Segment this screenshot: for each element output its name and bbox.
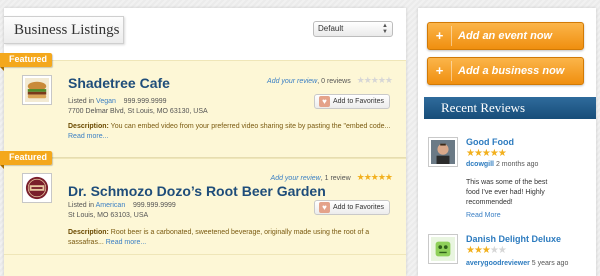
listing-description: Description: Root beer is a carbonated, … [68, 228, 398, 248]
review-title-link[interactable]: Good Food [466, 137, 514, 147]
review-title-link[interactable]: Danish Delight Deluxe [466, 234, 561, 244]
listing-item: Featured Shadetree Cafe Add your review,… [0, 53, 406, 158]
burger-image-icon [25, 78, 49, 102]
sort-select[interactable]: Default ▲ ▼ [313, 21, 393, 37]
add-review-link[interactable]: Add your review [267, 78, 317, 85]
listing-meta: Listed in American 999.999.9999 St Louis… [68, 201, 176, 221]
review-count: 0 reviews [321, 78, 351, 85]
add-to-favorites-button[interactable]: ♥ Add to Favorites [314, 200, 390, 215]
button-divider [451, 26, 452, 46]
review-summary: Add your review, 0 reviews ★★★★★ [267, 75, 393, 85]
review-time: 5 years ago [531, 260, 569, 267]
phone-number: 999.999.9999 [133, 202, 176, 209]
favorites-label: Add to Favorites [333, 98, 384, 105]
add-event-button[interactable]: + Add an event now [427, 22, 584, 50]
listing-item: Featured Dr. Schmozo Dozo’s Root Beer Ga… [0, 151, 406, 254]
review-time: 2 months ago [495, 161, 539, 168]
address: St Louis, MO 63103, USA [68, 212, 149, 219]
favorites-label: Add to Favorites [333, 204, 384, 211]
page-title: Business Listings [4, 16, 124, 44]
review-read-more-link[interactable]: Read More [466, 212, 501, 219]
heart-icon: ♥ [319, 96, 330, 107]
rating-stars: ★★★★★ [356, 75, 393, 85]
review-summary: Add your review, 1 review ★★★★★ [270, 172, 393, 182]
description-text: You can embed video from your preferred … [110, 123, 391, 130]
review-excerpt: This was some of the best food I've ever… [466, 179, 548, 206]
person-photo-icon [431, 140, 455, 164]
description-label: Description: [68, 123, 109, 130]
category-link[interactable]: American [96, 202, 126, 209]
review-rating-stars: ★★★★★ [466, 148, 507, 159]
review-rating-stars: ★★★★★ [466, 245, 507, 256]
address: 7700 Delmar Blvd, St Louis, MO 63130, US… [68, 108, 208, 115]
reviewer-avatar[interactable] [428, 234, 458, 264]
listing-thumbnail-burger[interactable] [22, 75, 52, 105]
category-prefix: Listed in [68, 98, 95, 105]
recent-reviews-heading: Recent Reviews [424, 97, 596, 119]
recent-review-item: Good Food ★★★★★ dcowgill 2 months ago Th… [426, 135, 594, 227]
plus-icon: + [435, 63, 444, 78]
read-more-link[interactable]: Read more... [68, 133, 108, 140]
button-divider [451, 61, 452, 81]
listing-name-link[interactable]: Dr. Schmozo Dozo’s Root Beer Garden [68, 183, 326, 199]
read-more-link[interactable]: Read more... [106, 239, 146, 246]
review-byline: dcowgill 2 months ago [466, 161, 538, 168]
phone-number: 999.999.9999 [123, 98, 167, 105]
reviewer-name-link[interactable]: averygoodreviewer [466, 260, 530, 267]
featured-badge: Featured [0, 151, 52, 169]
review-byline: averygoodreviewer 5 years ago [466, 260, 568, 267]
reviewer-name-link[interactable]: dcowgill [466, 161, 494, 168]
plus-icon: + [435, 28, 444, 43]
category-prefix: Listed in [68, 202, 95, 209]
listing-meta: Listed in Vegan 999.999.9999 7700 Delmar… [68, 97, 208, 117]
root-beer-logo-icon [25, 176, 49, 200]
add-review-link[interactable]: Add your review [271, 175, 321, 182]
add-event-label: Add an event now [458, 30, 553, 42]
description-label: Description: [68, 229, 109, 236]
sort-select-value: Default [318, 24, 344, 33]
listing-description: Description: You can embed video from yo… [68, 122, 398, 142]
listing-item-partial [4, 254, 406, 276]
listing-thumbnail-root-beer[interactable] [22, 173, 52, 203]
listing-name-link[interactable]: Shadetree Cafe [68, 75, 170, 91]
featured-badge: Featured [0, 53, 52, 71]
add-business-label: Add a business now [458, 65, 565, 77]
robot-avatar-icon [431, 237, 455, 261]
select-arrows-icon: ▲ ▼ [382, 23, 388, 35]
reviewer-avatar[interactable] [428, 137, 458, 167]
review-count: 1 review [324, 175, 351, 182]
rating-stars: ★★★★★ [356, 172, 393, 182]
category-link[interactable]: Vegan [96, 98, 116, 105]
heart-icon: ♥ [319, 202, 330, 213]
add-to-favorites-button[interactable]: ♥ Add to Favorites [314, 94, 390, 109]
add-business-button[interactable]: + Add a business now [427, 57, 584, 85]
recent-review-item: Danish Delight Deluxe ★★★★★ averygoodrev… [426, 232, 594, 276]
